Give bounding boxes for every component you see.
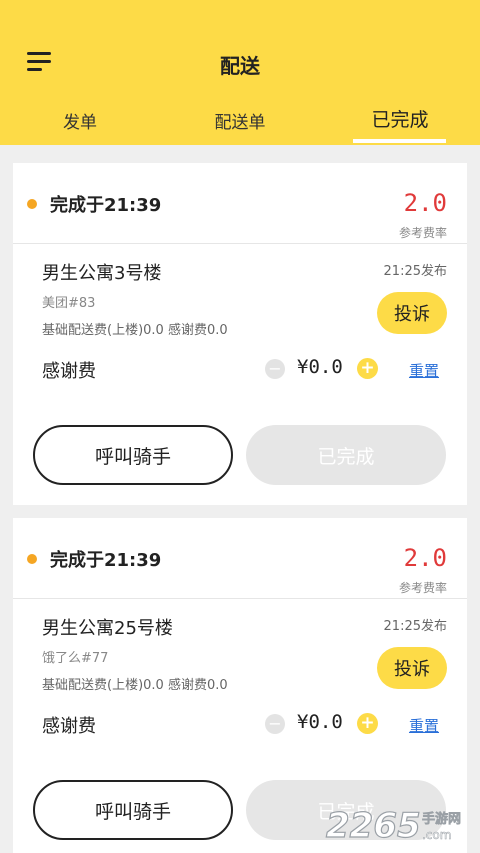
status-dot — [27, 554, 37, 564]
watermark-site: 手游网 — [422, 811, 461, 827]
tab-delivery[interactable]: 配送单 — [160, 108, 320, 133]
call-rider-button[interactable]: 呼叫骑手 — [33, 425, 233, 485]
published-time: 21:25发布 — [383, 264, 447, 279]
fee-breakdown: 基础配送费(上楼)0.0 感谢费0.0 — [42, 678, 228, 693]
page-title: 配送 — [220, 54, 260, 78]
completed-time: 完成于21:39 — [50, 195, 162, 216]
divider — [13, 598, 467, 599]
status-dot — [27, 199, 37, 209]
divider — [13, 243, 467, 244]
order-card: 完成于21:39 2.0 参考费率 男生公寓3号楼 21:25发布 美团#83 … — [13, 163, 467, 505]
shop-order-number: 饿了么#77 — [42, 651, 109, 666]
active-tab-indicator — [353, 139, 446, 143]
reset-link[interactable]: 重置 — [409, 715, 439, 736]
minus-icon[interactable]: − — [265, 359, 285, 379]
complain-button[interactable]: 投诉 — [377, 647, 447, 689]
watermark-suffix: .com — [422, 828, 451, 842]
minus-icon[interactable]: − — [265, 714, 285, 734]
watermark-number: 2265 — [326, 806, 421, 845]
rate-label: 参考费率 — [398, 581, 447, 595]
building-name: 男生公寓25号楼 — [42, 618, 173, 639]
app-header: 配送 发单 配送单 已完成 — [0, 0, 480, 145]
building-name: 男生公寓3号楼 — [42, 263, 162, 284]
rate-value: 2.0 — [403, 189, 447, 217]
site-watermark-logo: 2265 手游网 .com — [325, 805, 461, 845]
thanks-fee-amount: ¥0.0 — [297, 711, 343, 733]
shop-order-number: 美团#83 — [42, 296, 96, 311]
rate-label: 参考费率 — [398, 226, 447, 240]
completed-status-button: 已完成 — [246, 425, 446, 485]
rate-value: 2.0 — [403, 544, 447, 572]
fee-breakdown: 基础配送费(上楼)0.0 感谢费0.0 — [42, 323, 228, 338]
thanks-fee-label: 感谢费 — [42, 361, 96, 382]
plus-icon[interactable]: + — [357, 713, 378, 734]
completed-time: 完成于21:39 — [50, 550, 162, 571]
published-time: 21:25发布 — [383, 619, 447, 634]
reset-link[interactable]: 重置 — [409, 360, 439, 381]
plus-icon[interactable]: + — [357, 358, 378, 379]
thanks-fee-amount: ¥0.0 — [297, 356, 343, 378]
complain-button[interactable]: 投诉 — [377, 292, 447, 334]
thanks-fee-label: 感谢费 — [42, 716, 96, 737]
tab-completed[interactable]: 已完成 — [320, 105, 480, 132]
call-rider-button[interactable]: 呼叫骑手 — [33, 780, 233, 840]
tab-dispatch[interactable]: 发单 — [0, 108, 160, 133]
